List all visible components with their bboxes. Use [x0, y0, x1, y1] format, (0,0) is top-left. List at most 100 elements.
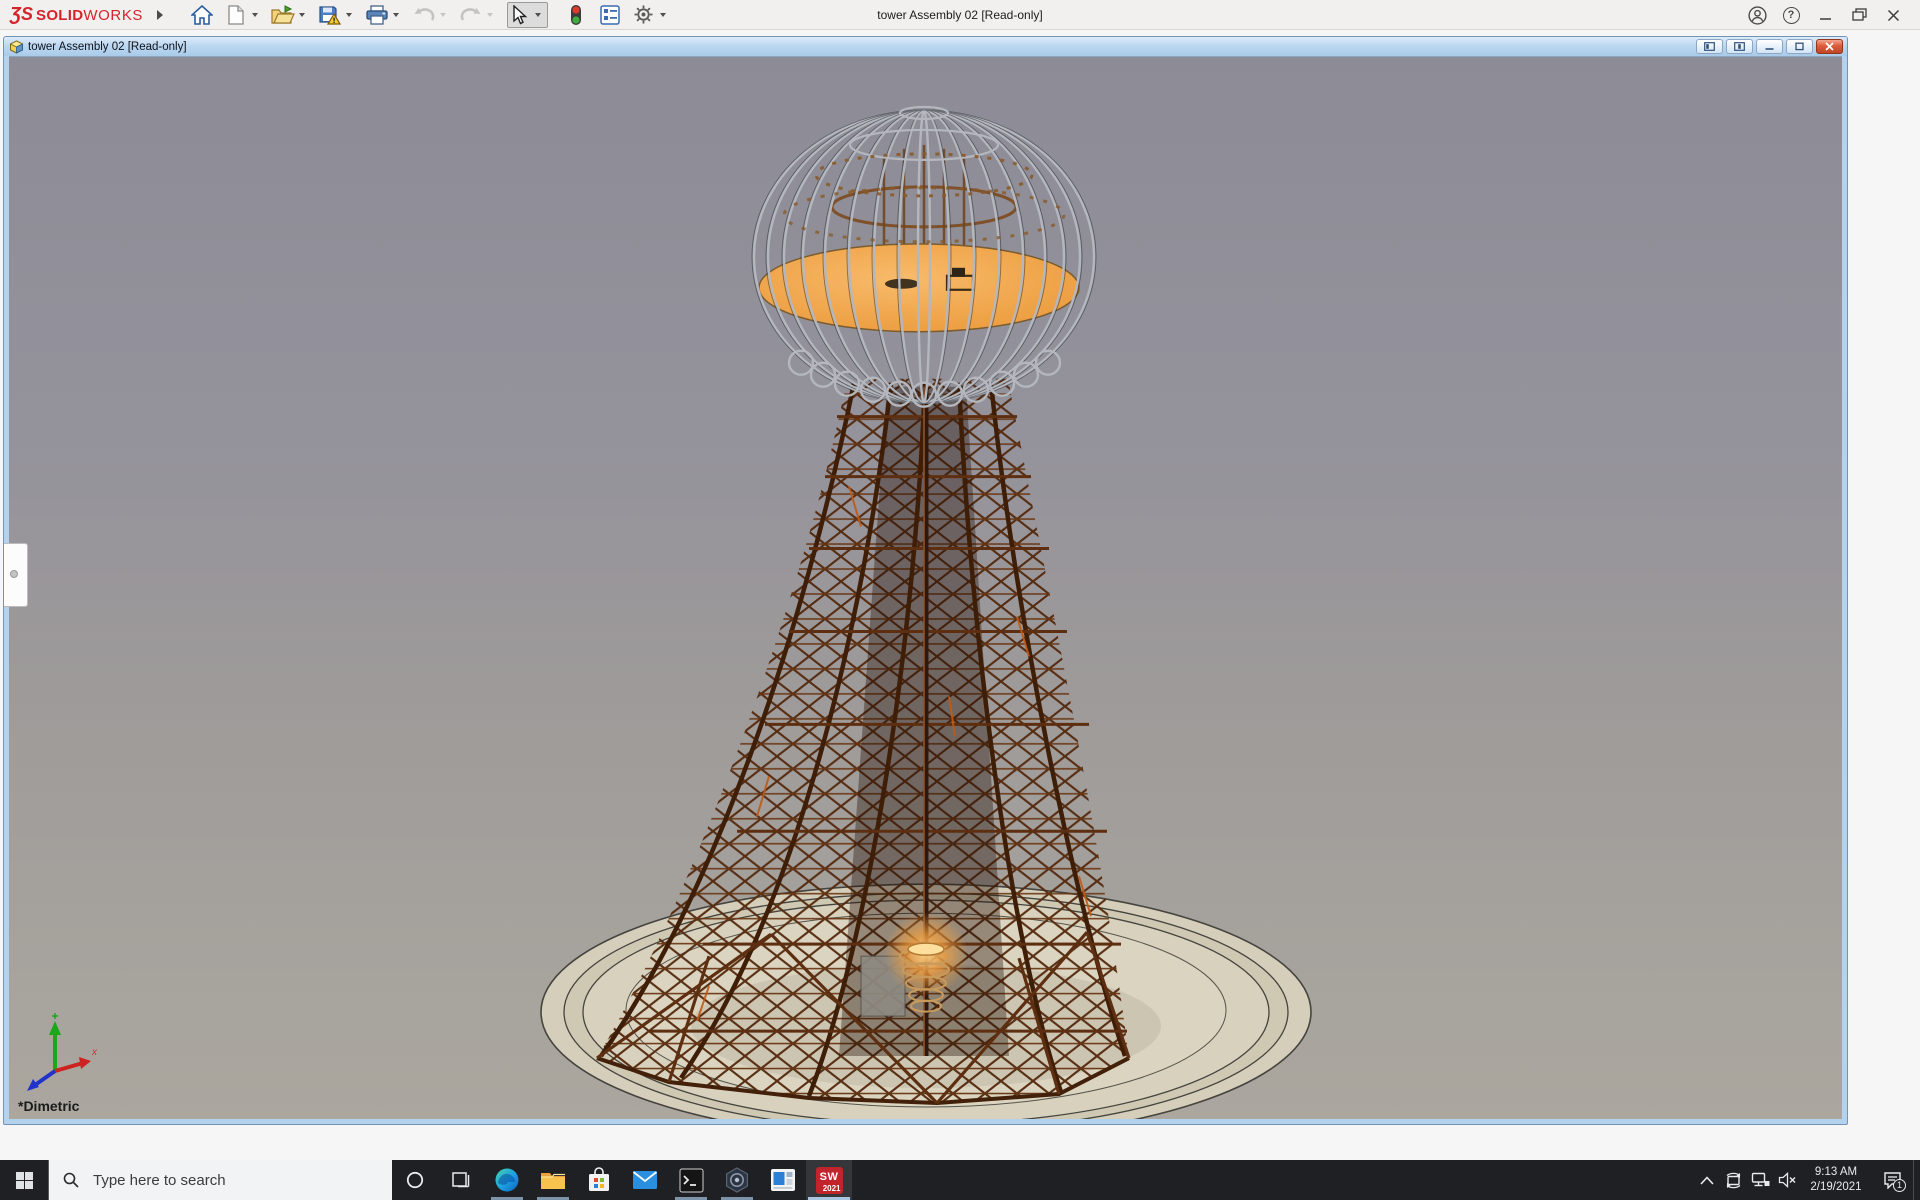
taskbar-app-photos[interactable] [760, 1160, 806, 1200]
search-icon [63, 1172, 79, 1188]
print-icon [366, 5, 388, 25]
assembly-document-icon [9, 40, 24, 54]
restore-icon [1852, 8, 1867, 22]
tray-overflow-button[interactable] [1693, 1160, 1720, 1200]
taskbar-app-edge[interactable] [484, 1160, 530, 1200]
open-dropdown[interactable] [299, 13, 305, 17]
select-tool-dropdown[interactable] [535, 13, 541, 17]
restore-button[interactable] [1842, 0, 1876, 30]
app-titlebar: ƷS SOLIDWORKS [0, 0, 1920, 30]
menu-flyout-arrow-icon[interactable] [157, 10, 163, 20]
save-icon [319, 5, 341, 25]
print-button[interactable] [363, 2, 390, 28]
home-button[interactable] [188, 2, 215, 28]
tray-codemeter-button[interactable] [1720, 1160, 1747, 1200]
minimize-button[interactable] [1808, 0, 1842, 30]
graphics-viewport[interactable]: x *Dimetric [9, 56, 1842, 1119]
triad-axes-icon [21, 1013, 99, 1093]
new-document-dropdown[interactable] [252, 13, 258, 17]
save-button[interactable] [316, 2, 343, 28]
doc-restore-icon [1794, 42, 1805, 51]
solidworks-logo: ƷS SOLIDWORKS [0, 4, 143, 25]
account-person-icon [1748, 6, 1767, 25]
chevron-up-icon [1700, 1176, 1714, 1185]
doc-tile-right-button[interactable] [1726, 39, 1753, 54]
select-tool-group[interactable] [507, 2, 548, 28]
taskbar-search[interactable] [48, 1160, 392, 1200]
ethernet-network-icon [1751, 1172, 1770, 1188]
windows-logo-icon [16, 1172, 33, 1189]
taskbar-app-store[interactable] [576, 1160, 622, 1200]
doc-minimize-icon [1764, 42, 1775, 51]
clock-time: 9:13 AM [1801, 1165, 1871, 1180]
doc-tile-left-button[interactable] [1696, 39, 1723, 54]
taskbar-app-solidworks[interactable]: SW 2021 [806, 1160, 852, 1200]
tile-right-icon [1734, 42, 1745, 51]
undo-button[interactable] [410, 2, 437, 28]
doc-close-button[interactable] [1816, 39, 1843, 54]
doc-close-icon [1824, 42, 1835, 51]
tile-left-icon [1704, 42, 1715, 51]
show-desktop-button[interactable] [1913, 1160, 1920, 1200]
taskbar-clock[interactable]: 9:13 AM 2/19/2021 [1801, 1165, 1871, 1195]
close-icon [1887, 9, 1900, 22]
new-document-button[interactable] [222, 2, 249, 28]
undo-icon [413, 6, 435, 24]
save-dropdown[interactable] [346, 13, 352, 17]
close-button[interactable] [1876, 0, 1910, 30]
store-icon [587, 1167, 611, 1193]
undo-dropdown[interactable] [440, 13, 446, 17]
tray-volume-button[interactable] [1774, 1160, 1801, 1200]
options-dropdown[interactable] [660, 13, 666, 17]
document-window: tower Assembly 02 [Read-only] [3, 36, 1848, 1125]
doc-restore-button[interactable] [1786, 39, 1813, 54]
document-titlebar[interactable]: tower Assembly 02 [Read-only] [4, 37, 1847, 56]
cortana-button[interactable] [392, 1160, 438, 1200]
action-center-button[interactable]: 1 [1871, 1160, 1913, 1200]
photos-app-icon [770, 1168, 796, 1192]
mail-icon [632, 1169, 658, 1191]
taskbar-app-edrawings[interactable] [714, 1160, 760, 1200]
file-properties-button[interactable] [596, 2, 623, 28]
command-prompt-icon [679, 1168, 704, 1193]
rebuild-button[interactable] [562, 2, 589, 28]
redo-dropdown[interactable] [487, 13, 493, 17]
home-icon [191, 5, 213, 25]
tower-assembly-model [9, 57, 1842, 1119]
dassault-mark: ƷS [10, 4, 33, 25]
taskbar-app-command-prompt[interactable] [668, 1160, 714, 1200]
help-button[interactable]: ? [1774, 0, 1808, 30]
options-gear-icon [633, 4, 654, 25]
search-input[interactable] [91, 1171, 361, 1190]
triad-x-label: x [92, 1047, 97, 1058]
rebuild-traffic-light-icon [570, 4, 582, 26]
dome-electrode-cage [752, 107, 1096, 407]
tray-network-button[interactable] [1747, 1160, 1774, 1200]
notification-count-badge: 1 [1893, 1179, 1906, 1192]
open-folder-icon [271, 5, 295, 25]
view-orientation-label: *Dimetric [18, 1098, 79, 1114]
open-button[interactable] [269, 2, 296, 28]
document-title: tower Assembly 02 [Read-only] [28, 41, 187, 53]
print-dropdown[interactable] [393, 13, 399, 17]
help-icon: ? [1783, 7, 1800, 24]
redo-button[interactable] [457, 2, 484, 28]
edrawings-hexagon-icon [724, 1167, 750, 1193]
new-document-icon [228, 5, 244, 25]
clock-date: 2/19/2021 [1801, 1180, 1871, 1195]
taskbar-app-mail[interactable] [622, 1160, 668, 1200]
options-button[interactable] [630, 2, 657, 28]
feature-tree-splitter-tab[interactable] [4, 543, 28, 607]
start-button[interactable] [0, 1160, 48, 1200]
task-view-button[interactable] [438, 1160, 484, 1200]
lattice-tower [597, 379, 1129, 1104]
taskbar-app-file-explorer[interactable] [530, 1160, 576, 1200]
volume-muted-icon [1778, 1172, 1797, 1188]
redo-icon [460, 6, 482, 24]
doc-minimize-button[interactable] [1756, 39, 1783, 54]
monitor-sync-icon [1724, 1172, 1743, 1189]
select-cursor-icon [510, 5, 528, 25]
account-button[interactable] [1740, 0, 1774, 30]
cortana-icon [406, 1171, 424, 1189]
windows-taskbar: SW 2021 [0, 1160, 1920, 1200]
